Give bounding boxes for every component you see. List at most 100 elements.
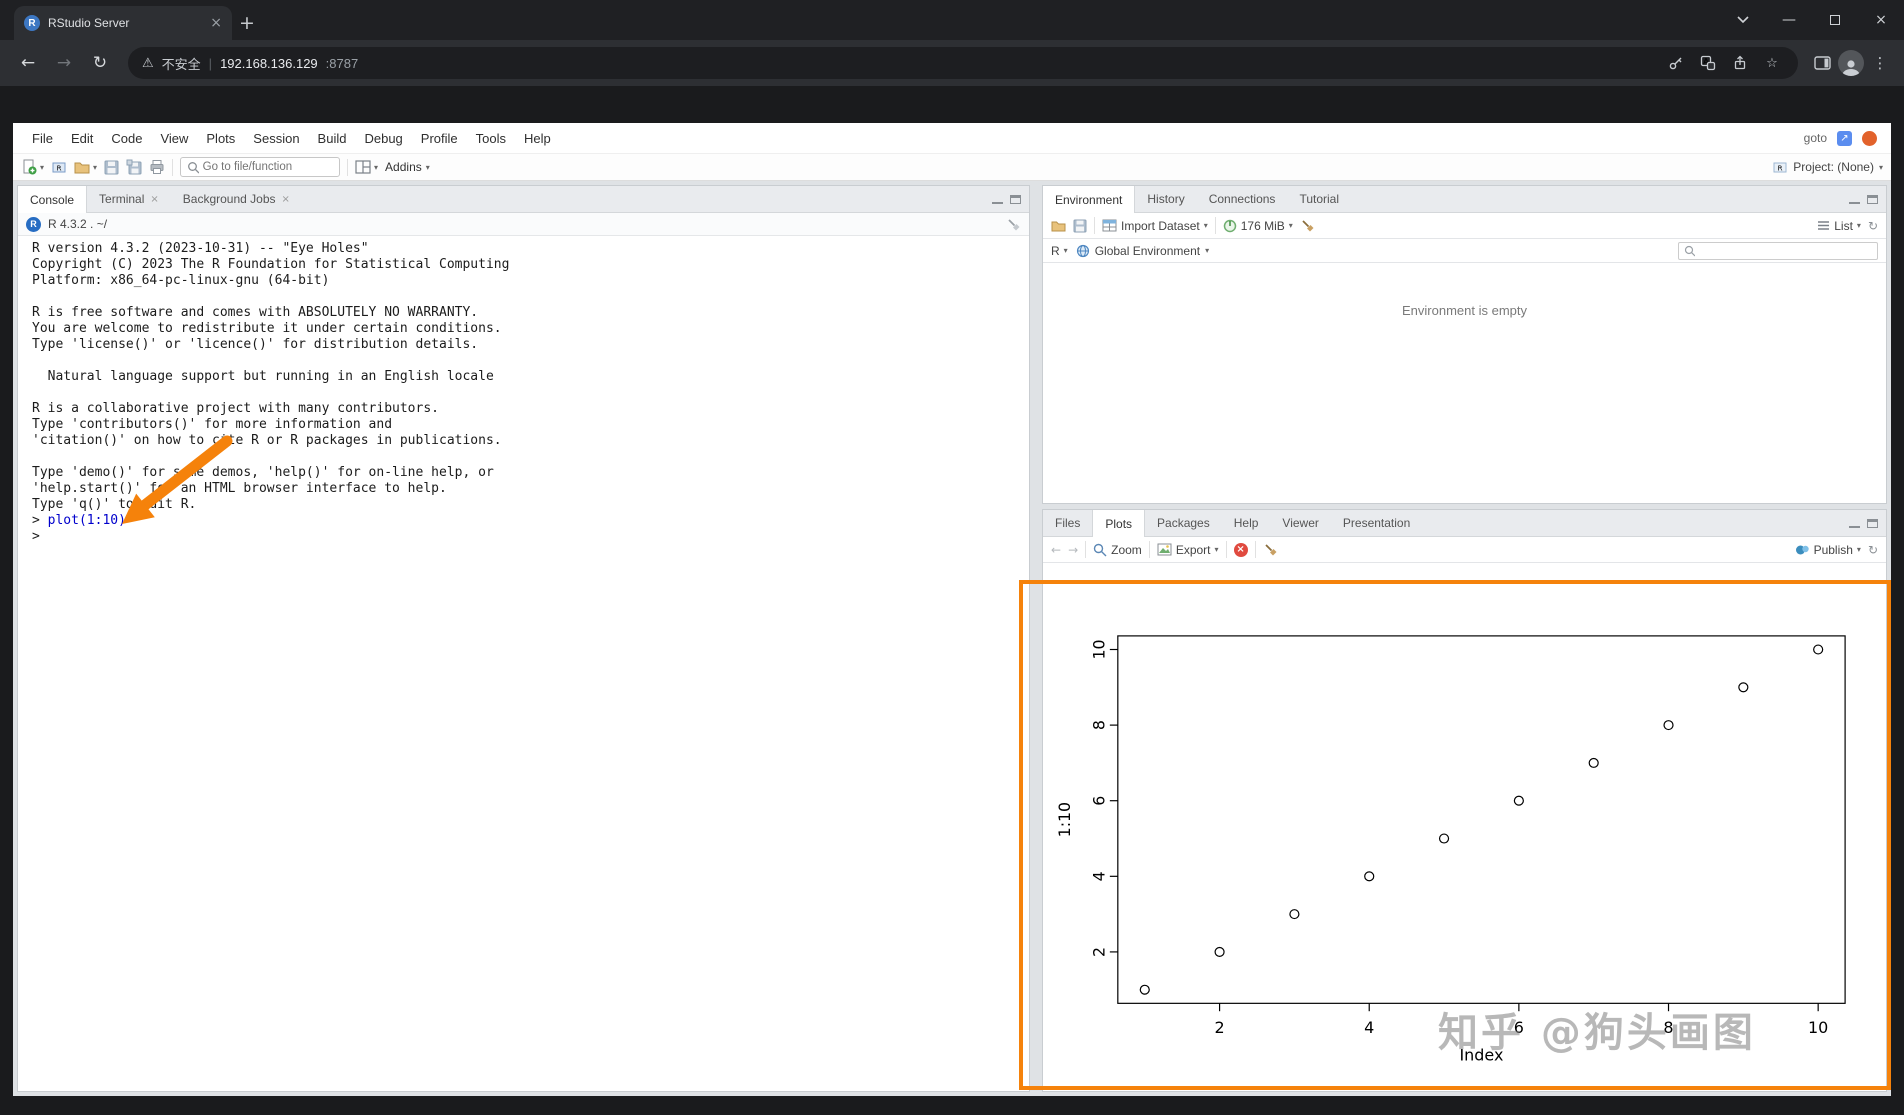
memory-usage-widget[interactable]: 176 MiB ▾ (1223, 219, 1293, 233)
profile-avatar[interactable] (1838, 50, 1864, 76)
share-icon[interactable] (1728, 51, 1752, 75)
tab-help[interactable]: Help (1222, 510, 1271, 536)
new-project-icon[interactable]: R (51, 159, 67, 175)
close-background-jobs-icon[interactable]: × (282, 194, 290, 205)
svg-text:6: 6 (1514, 1018, 1524, 1037)
environment-scope-selector[interactable]: Global Environment ▾ (1076, 244, 1209, 258)
clear-all-plots-icon[interactable] (1263, 542, 1278, 557)
reload-button[interactable]: ↻ (84, 47, 116, 79)
tab-connections[interactable]: Connections (1197, 186, 1288, 212)
workspace-panes-icon[interactable]: ▾ (355, 160, 378, 174)
menu-plots[interactable]: Plots (197, 127, 244, 150)
open-file-icon[interactable]: ▾ (74, 159, 97, 175)
window-controls: — × (1720, 0, 1904, 40)
close-terminal-icon[interactable]: × (150, 194, 158, 205)
browser-menu-kebab-icon[interactable]: ⋮ (1868, 51, 1892, 75)
tab-plots[interactable]: Plots (1092, 510, 1146, 537)
menu-session[interactable]: Session (244, 127, 308, 150)
tab-files[interactable]: Files (1043, 510, 1092, 536)
export-plot-menu[interactable]: Export ▾ (1157, 543, 1219, 557)
goto-extension-icon[interactable]: ↗ (1837, 130, 1852, 146)
new-tab-button[interactable]: + (232, 6, 262, 40)
menu-profile[interactable]: Profile (412, 127, 467, 150)
print-icon[interactable] (149, 159, 165, 175)
environment-tabbar: Environment History Connections Tutorial (1043, 186, 1886, 213)
tab-viewer[interactable]: Viewer (1270, 510, 1330, 536)
remove-plot-icon[interactable]: × (1233, 542, 1248, 557)
forward-button[interactable]: → (48, 47, 80, 79)
plots-toolbar: ← → Zoom Export ▾ × Publish ▾ ↻ (1043, 537, 1886, 563)
maximize-window-button[interactable] (1812, 0, 1858, 40)
menu-file[interactable]: File (23, 127, 62, 150)
minimize-pane-icon[interactable] (1849, 519, 1860, 528)
addins-menu[interactable]: Addins ▾ (385, 160, 430, 174)
extension-badge-icon[interactable] (1862, 130, 1877, 146)
console-prompt-line[interactable]: > (32, 529, 1015, 545)
minimize-pane-icon[interactable] (992, 195, 1003, 204)
save-icon[interactable] (104, 160, 119, 175)
refresh-environment-icon[interactable]: ↻ (1868, 219, 1878, 233)
tab-close-icon[interactable]: × (210, 16, 222, 30)
save-workspace-icon[interactable] (1073, 219, 1087, 233)
environment-toolbar: Import Dataset ▾ 176 MiB ▾ List ▾ ↻ (1043, 213, 1886, 239)
menu-edit[interactable]: Edit (62, 127, 102, 150)
environment-body: Environment is empty (1043, 263, 1886, 503)
goto-file-input[interactable] (202, 161, 334, 173)
environment-search[interactable] (1678, 241, 1878, 260)
next-plot-icon[interactable]: → (1068, 543, 1078, 557)
clear-console-icon[interactable] (1006, 217, 1021, 232)
clear-environment-icon[interactable] (1300, 218, 1315, 233)
memory-label: 176 MiB (1240, 218, 1285, 233)
menu-debug[interactable]: Debug (355, 127, 411, 150)
project-selector[interactable]: R Project: (None) ▾ (1772, 159, 1883, 175)
goto-file-search[interactable] (180, 157, 341, 177)
tab-tutorial[interactable]: Tutorial (1287, 186, 1351, 212)
tab-background-jobs[interactable]: Background Jobs × (171, 186, 302, 212)
import-dataset-menu[interactable]: Import Dataset ▾ (1102, 219, 1208, 233)
tab-packages[interactable]: Packages (1145, 510, 1222, 536)
publish-menu[interactable]: Publish ▾ (1795, 543, 1861, 557)
environment-search-input[interactable] (1699, 244, 1872, 257)
save-all-icon[interactable] (126, 159, 142, 175)
back-button[interactable]: ← (12, 47, 44, 79)
list-label: List (1834, 218, 1853, 233)
menu-tools[interactable]: Tools (467, 127, 515, 150)
previous-plot-icon[interactable]: ← (1051, 543, 1061, 557)
tab-search-icon[interactable] (1720, 0, 1766, 40)
password-key-icon[interactable] (1664, 51, 1688, 75)
globe-icon (1076, 244, 1089, 257)
new-file-icon[interactable]: ▾ (21, 159, 44, 175)
rstudio-toolbar: ▾ R ▾ Go to file/function ▾ Addins ▾ R P… (13, 153, 1891, 181)
goto-label[interactable]: goto (1804, 131, 1827, 145)
security-label: 不安全 (161, 56, 201, 72)
tab-presentation[interactable]: Presentation (1331, 510, 1422, 536)
menu-view[interactable]: View (151, 127, 197, 150)
zoom-plot-button[interactable]: Zoom (1093, 543, 1142, 557)
maximize-pane-icon[interactable] (1867, 518, 1878, 528)
tab-terminal[interactable]: Terminal × (87, 186, 171, 212)
minimize-window-button[interactable]: — (1766, 0, 1812, 40)
bookmark-star-icon[interactable]: ☆ (1760, 51, 1784, 75)
console-output-area[interactable]: R version 4.3.2 (2023-10-31) -- "Eye Hol… (18, 236, 1029, 1091)
load-workspace-icon[interactable] (1051, 218, 1066, 233)
menu-code[interactable]: Code (102, 127, 151, 150)
maximize-pane-icon[interactable] (1867, 194, 1878, 204)
refresh-plots-icon[interactable]: ↻ (1868, 543, 1878, 557)
browser-tab[interactable]: R RStudio Server × (14, 6, 232, 40)
menu-help[interactable]: Help (515, 127, 560, 150)
maximize-pane-icon[interactable] (1010, 194, 1021, 204)
minimize-pane-icon[interactable] (1849, 195, 1860, 204)
r-logo-icon: R (26, 216, 41, 232)
url-port: :8787 (325, 55, 359, 71)
tab-environment[interactable]: Environment (1043, 186, 1136, 213)
language-selector[interactable]: R ▾ (1051, 244, 1068, 258)
r-version-text[interactable]: R 4.3.2 . ~/ (48, 217, 107, 231)
display-mode-selector[interactable]: List ▾ (1817, 219, 1861, 233)
side-panel-icon[interactable] (1810, 51, 1834, 75)
tab-history[interactable]: History (1135, 186, 1196, 212)
omnibox[interactable]: ⚠ 不安全 | 192.168.136.129 :8787 A ☆ (128, 47, 1798, 79)
close-window-button[interactable]: × (1858, 0, 1904, 40)
tab-console[interactable]: Console (18, 186, 88, 213)
menu-build[interactable]: Build (309, 127, 356, 150)
translate-icon[interactable]: A (1696, 51, 1720, 75)
